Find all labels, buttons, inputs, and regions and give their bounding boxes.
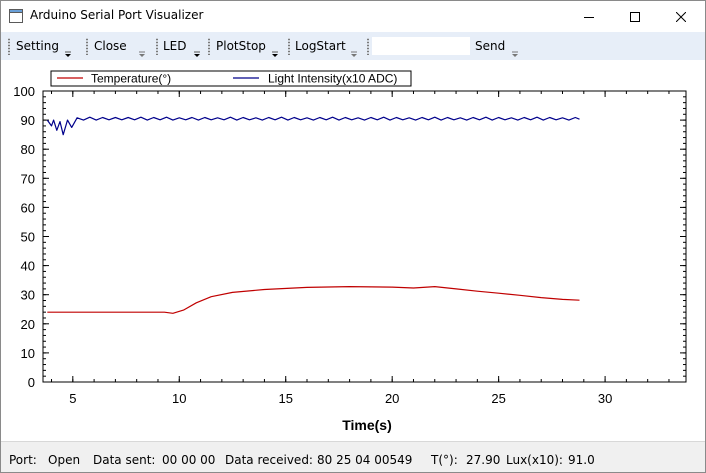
temperature-label: T(°): bbox=[431, 453, 458, 467]
led-dropdown[interactable]: LED bbox=[153, 32, 207, 60]
send-dropdown[interactable]: Send bbox=[470, 32, 530, 60]
chevron-down-icon bbox=[351, 51, 357, 57]
close-port-dropdown[interactable]: Close bbox=[83, 32, 153, 60]
y-tick-label: 10 bbox=[21, 346, 35, 361]
port-value: Open bbox=[48, 453, 81, 467]
legend-label: Temperature(°) bbox=[91, 72, 171, 86]
y-tick-label: 50 bbox=[21, 230, 35, 245]
legend-label: Light Intensity(x10 ADC) bbox=[268, 72, 397, 86]
toolbar-grip bbox=[86, 38, 88, 55]
status-bar: Port: Open Data sent: 00 00 00 Data rece… bbox=[1, 441, 705, 472]
x-tick-label: 25 bbox=[491, 391, 505, 406]
x-tick-label: 10 bbox=[172, 391, 186, 406]
minimize-button[interactable] bbox=[566, 1, 612, 32]
plot-panel[interactable]: 5 10 15 20 25 30 0 10 20 30 40 50 60 70 80 90 100 Tempera… bbox=[1, 60, 705, 441]
temperature-value: 27.90 bbox=[466, 453, 501, 467]
x-tick-label: 20 bbox=[385, 391, 399, 406]
maximize-button[interactable] bbox=[612, 1, 658, 32]
maximize-icon bbox=[630, 11, 640, 22]
toolbar-grip bbox=[208, 38, 210, 55]
minimize-icon bbox=[584, 16, 594, 18]
window-title: Arduino Serial Port Visualizer bbox=[30, 8, 204, 22]
app-icon bbox=[9, 9, 23, 23]
y-tick-label: 30 bbox=[21, 288, 35, 303]
chevron-down-icon bbox=[65, 51, 71, 57]
lux-value: 91.0 bbox=[568, 453, 595, 467]
y-tick-label: 70 bbox=[21, 171, 35, 186]
app-window: Arduino Serial Port Visualizer Setting C… bbox=[0, 0, 706, 473]
setting-dropdown[interactable]: Setting bbox=[1, 32, 83, 60]
data-received-value: 80 25 04 00549 bbox=[317, 453, 413, 467]
close-icon bbox=[676, 11, 686, 22]
y-tick-label: 90 bbox=[21, 113, 35, 128]
temperature-series-line bbox=[47, 286, 580, 314]
toolbar: Setting Close LED PlotStop LogStart Send bbox=[1, 32, 705, 60]
y-tick-label: 20 bbox=[21, 317, 35, 332]
send-data-input[interactable] bbox=[372, 37, 470, 55]
close-window-button[interactable] bbox=[658, 1, 704, 32]
chevron-down-icon bbox=[512, 51, 518, 57]
lux-label: Lux(x10): bbox=[506, 453, 563, 467]
logstart-label: LogStart bbox=[295, 39, 346, 53]
toolbar-grip bbox=[367, 38, 369, 55]
send-label: Send bbox=[475, 39, 506, 53]
logstart-dropdown[interactable]: LogStart bbox=[287, 32, 367, 60]
data-sent-value: 00 00 00 bbox=[162, 453, 216, 467]
y-tick-label: 100 bbox=[13, 84, 35, 99]
chart: 5 10 15 20 25 30 0 10 20 30 40 50 60 70 80 90 100 Tempera… bbox=[13, 70, 687, 433]
chevron-down-icon bbox=[194, 51, 200, 57]
x-tick-label: 5 bbox=[69, 391, 76, 406]
data-sent-label: Data sent: bbox=[93, 453, 156, 467]
chevron-down-icon bbox=[139, 51, 145, 57]
plot-frame bbox=[42, 90, 687, 383]
y-tick-label: 80 bbox=[21, 142, 35, 157]
chevron-down-icon bbox=[272, 51, 278, 57]
toolbar-grip bbox=[288, 38, 290, 55]
title-bar[interactable]: Arduino Serial Port Visualizer bbox=[1, 1, 705, 32]
x-tick-label: 30 bbox=[598, 391, 612, 406]
plotstop-label: PlotStop bbox=[216, 39, 266, 53]
port-label: Port: bbox=[9, 453, 37, 467]
setting-label: Setting bbox=[16, 39, 59, 53]
y-tick-label: 60 bbox=[21, 200, 35, 215]
toolbar-grip bbox=[8, 38, 10, 55]
toolbar-grip bbox=[156, 38, 158, 55]
x-axis-title: Time(s) bbox=[342, 417, 392, 433]
light-intensity-series-line bbox=[46, 116, 580, 136]
x-tick-label: 15 bbox=[278, 391, 292, 406]
y-tick-label: 40 bbox=[21, 259, 35, 274]
plotstop-dropdown[interactable]: PlotStop bbox=[207, 32, 287, 60]
led-label: LED bbox=[163, 39, 187, 53]
close-label: Close bbox=[94, 39, 127, 53]
data-received-label: Data received: bbox=[225, 453, 313, 467]
y-tick-label: 0 bbox=[28, 375, 35, 390]
